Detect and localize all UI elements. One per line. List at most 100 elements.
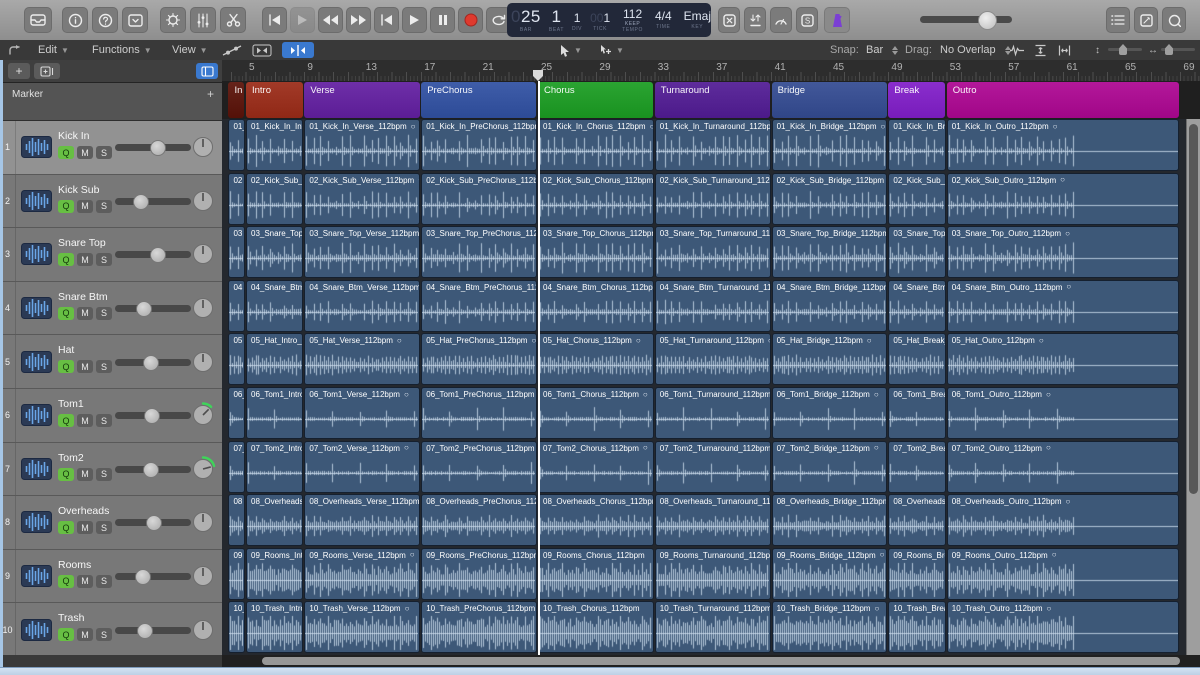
track-header-snare-top[interactable]: 3 Snare Top Q M S — [0, 228, 222, 282]
region-rooms-pre[interactable]: 09 — [228, 547, 245, 600]
solo-button[interactable]: S — [96, 574, 112, 588]
region-tom1-bridge[interactable]: 06_Tom1_Bridge_112bpm ○ — [771, 387, 888, 439]
duplicate-track-button[interactable] — [34, 63, 60, 79]
volume-slider-thumb[interactable] — [133, 193, 150, 210]
quantize-button[interactable]: Q — [58, 628, 74, 642]
solo-button[interactable]: S — [96, 467, 112, 481]
region-hat-break[interactable]: 05_Hat_Break_11 — [888, 333, 946, 386]
master-volume-slider[interactable] — [920, 11, 1012, 30]
track-header-tom2[interactable]: 7 Tom2 Q M S — [0, 442, 222, 497]
solo-button[interactable]: S — [96, 253, 112, 267]
region-tom2-break[interactable]: 07_Tom2_Break_ — [888, 440, 946, 493]
region-kick-in-verse[interactable]: 01_Kick_In_Verse_112bpm ○ — [304, 119, 421, 171]
quantize-button[interactable]: Q — [58, 199, 74, 213]
pan-knob[interactable] — [190, 349, 216, 380]
mute-button[interactable]: M — [77, 521, 93, 535]
region-trash-intro[interactable]: 10_Trash_Intro_1 — [246, 601, 304, 654]
quantize-button[interactable]: Q — [58, 521, 74, 535]
region-kick-in-intro[interactable]: 01_Kick_In_Intro_ — [246, 119, 304, 171]
mute-button[interactable]: M — [77, 146, 93, 159]
arrangement-marker-verse[interactable]: Verse — [304, 82, 420, 118]
volume-slider-thumb[interactable] — [150, 247, 166, 264]
metronome-button[interactable] — [824, 7, 850, 33]
region-kick-sub-prechorus[interactable]: 02_Kick_Sub_PreChorus_112bpm — [421, 172, 537, 225]
solo-button[interactable]: S — [96, 199, 112, 213]
pan-knob[interactable] — [190, 563, 216, 594]
arrangement-marker-break[interactable]: Break — [888, 82, 946, 118]
region-snare-top-bridge[interactable]: 03_Snare_Top_Bridge_112bpm — [771, 226, 888, 279]
pause-button[interactable] — [430, 7, 455, 33]
volume-slider-thumb[interactable] — [135, 301, 152, 318]
playhead[interactable] — [537, 81, 540, 655]
region-overheads-pre[interactable]: 08 — [228, 494, 245, 547]
mute-button[interactable]: M — [77, 628, 93, 642]
region-rooms-chorus[interactable]: 09_Rooms_Chorus_112bpm — [538, 547, 654, 600]
list-editors-button[interactable] — [1106, 7, 1130, 33]
pan-knob[interactable] — [190, 295, 216, 326]
region-trash-outro[interactable]: 10_Trash_Outro_112bpm ○ — [946, 601, 1180, 654]
marker-global-track[interactable]: Marker + — [0, 83, 222, 121]
pan-knob[interactable] — [190, 617, 216, 648]
region-snare-btm-verse[interactable]: 04_Snare_Btm_Verse_112bpm○ — [304, 279, 421, 332]
region-tom1-verse[interactable]: 06_Tom1_Verse_112bpm ○ — [304, 387, 421, 439]
region-kick-sub-chorus[interactable]: 02_Kick_Sub_Chorus_112bpm — [538, 172, 654, 225]
add-marker-button[interactable]: + — [207, 87, 214, 101]
track-header-snare-btm[interactable]: 4 Snare Btm Q M S — [0, 281, 222, 336]
volume-slider-thumb[interactable] — [150, 140, 166, 157]
region-kick-sub-outro[interactable]: 02_Kick_Sub_Outro_112bpm ○ — [946, 172, 1180, 225]
quantize-button[interactable]: Q — [58, 146, 74, 159]
view-menu[interactable]: View ▼ — [172, 40, 208, 60]
master-volume-thumb[interactable] — [978, 11, 997, 30]
region-kick-sub-bridge[interactable]: 02_Kick_Sub_Bridge_112bpm○ — [771, 172, 888, 225]
region-tom2-bridge[interactable]: 07_Tom2_Bridge_112bpm ○ — [771, 440, 888, 493]
region-rooms-break[interactable]: 09_Rooms_Brea — [888, 547, 946, 600]
region-snare-top-chorus[interactable]: 03_Snare_Top_Chorus_112bpm — [538, 226, 654, 279]
region-kick-in-turnaround[interactable]: 01_Kick_In_Turnaround_112bpm — [654, 119, 771, 171]
pointer-tool-menu[interactable]: ▼ — [560, 40, 582, 60]
region-tom2-prechorus[interactable]: 07_Tom2_PreChorus_112bpm○ — [421, 440, 537, 493]
solo-button[interactable]: S — [96, 628, 112, 642]
edit-menu[interactable]: Edit ▼ — [38, 40, 69, 60]
smart-controls-button[interactable] — [160, 7, 186, 33]
bar-ruler[interactable]: 5 9 13 17 21 25 29 33 37 41 45 49 53 57 61 65 69 — [222, 60, 1200, 82]
region-snare-top-verse[interactable]: 03_Snare_Top_Verse_112bpm○ — [304, 226, 421, 279]
solo-button[interactable]: S — [96, 146, 112, 159]
region-hat-pre[interactable]: 05 — [228, 333, 245, 386]
volume-slider[interactable] — [115, 569, 191, 586]
region-snare-top-outro[interactable]: 03_Snare_Top_Outro_112bpm ○ — [946, 226, 1180, 279]
region-snare-btm-prechorus[interactable]: 04_Snare_Btm_PreChorus_112bpm — [421, 279, 537, 332]
region-snare-top-break[interactable]: 03_Snare_Top_B — [888, 226, 946, 279]
horizontal-auto-zoom-button[interactable] — [1058, 40, 1071, 60]
region-overheads-prechorus[interactable]: 08_Overheads_PreChorus_112bpm — [421, 494, 537, 547]
region-trash-break[interactable]: 10_Trash_Break_ — [888, 601, 946, 654]
region-kick-sub-verse[interactable]: 02_Kick_Sub_Verse_112bpm○ — [304, 172, 421, 225]
quick-help-drawer-button[interactable] — [24, 7, 52, 33]
quantize-button[interactable]: Q — [58, 360, 74, 374]
track-header-trash[interactable]: 10 Trash Q M S — [0, 603, 222, 657]
region-rooms-turnaround[interactable]: 09_Rooms_Turnaround_112bpm — [654, 547, 771, 600]
quantize-button[interactable]: Q — [58, 574, 74, 588]
arrangement-marker-in[interactable]: In — [228, 82, 245, 118]
drag-dropdown[interactable]: No Overlap — [940, 40, 1011, 60]
loop-browser-button[interactable] — [1162, 7, 1186, 33]
region-tom2-pre[interactable]: 07_ — [228, 440, 245, 493]
arrangement-marker-chorus[interactable]: Chorus — [538, 82, 654, 118]
region-hat-intro[interactable]: 05_Hat_Intro_11 — [246, 333, 304, 386]
vertical-auto-zoom-button[interactable] — [1034, 40, 1047, 60]
region-hat-outro[interactable]: 05_Hat_Outro_112bpm ○ — [946, 333, 1180, 386]
mute-button[interactable]: M — [77, 306, 93, 320]
region-tom2-turnaround[interactable]: 07_Tom2_Turnaround_112bpm — [654, 440, 771, 493]
lcd-display[interactable]: 025 BAR 1 BEAT 1 DIV 001 TICK 112 KEEP T… — [507, 3, 725, 37]
region-hat-bridge[interactable]: 05_Hat_Bridge_112bpm ○ — [771, 333, 888, 386]
track-header-kick-in[interactable]: 1 Kick In Q M S — [0, 121, 222, 175]
region-snare-btm-pre[interactable]: 04 — [228, 279, 245, 332]
volume-slider[interactable] — [115, 301, 191, 318]
note-pads-button[interactable] — [1134, 7, 1158, 33]
region-rooms-outro[interactable]: 09_Rooms_Outro_112bpm ○ — [946, 547, 1180, 600]
region-snare-btm-intro[interactable]: 04_Snare_Btm_I — [246, 279, 304, 332]
region-trash-turnaround[interactable]: 10_Trash_Turnaround_112bpm — [654, 601, 771, 654]
rewind-button[interactable] — [318, 7, 343, 33]
quantize-button[interactable]: Q — [58, 253, 74, 267]
mute-button[interactable]: M — [77, 360, 93, 374]
region-tom2-chorus[interactable]: 07_Tom2_Chorus_112bpm ○ — [538, 440, 654, 493]
